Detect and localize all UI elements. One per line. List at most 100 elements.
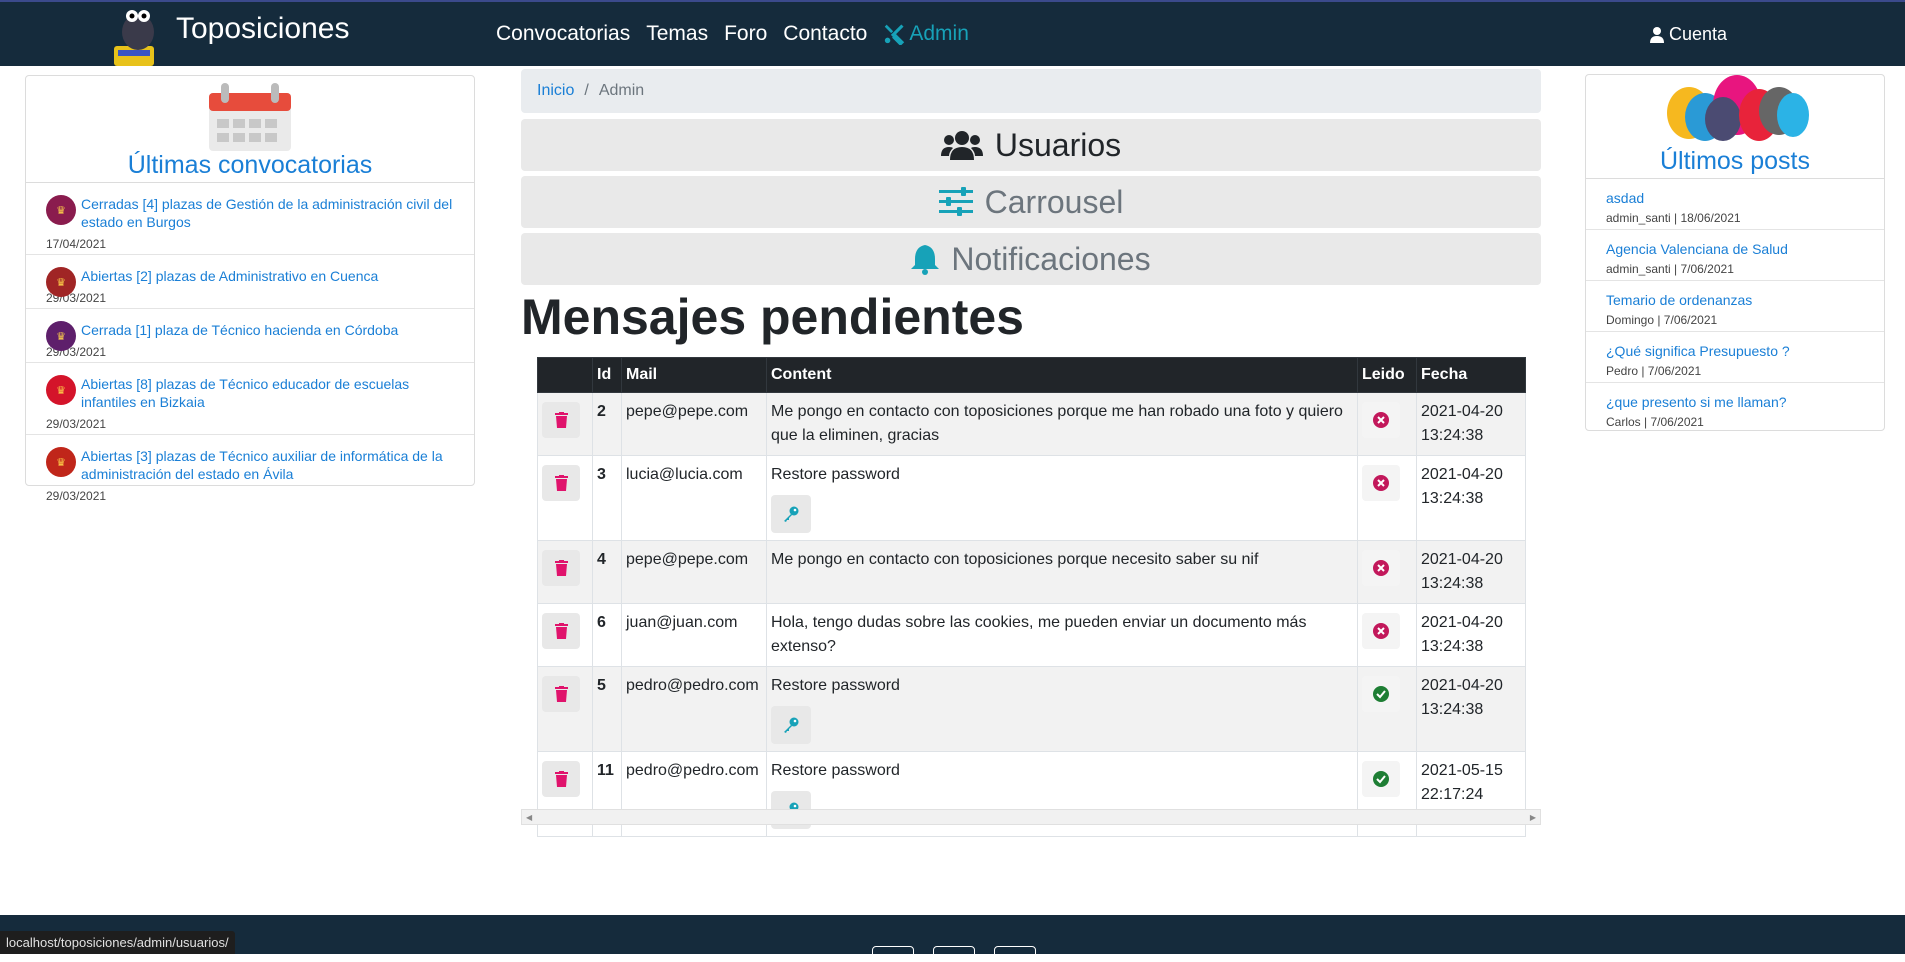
table-row: 2 pepe@pepe.com Me pongo en contacto con…: [537, 392, 1526, 456]
breadcrumb: Inicio / Admin: [521, 69, 1541, 113]
list-item: ♛ Cerradas [4] plazas de Gestión de la a…: [26, 183, 474, 255]
account-menu[interactable]: Cuenta: [1650, 24, 1727, 45]
convocatoria-date: 29/03/2021: [46, 489, 107, 503]
column-header: Content: [766, 357, 1358, 393]
message-content: Restore password: [771, 762, 900, 779]
message-content: Restore password: [771, 677, 900, 694]
convocatoria-link[interactable]: Abiertas [8] plazas de Técnico educador …: [81, 375, 454, 411]
message-date: 2021-04-20 13:24:38: [1416, 666, 1526, 752]
nav-admin-label: Admin: [909, 22, 969, 45]
users-section-button[interactable]: Usuarios: [521, 119, 1541, 171]
delete-button[interactable]: [542, 613, 580, 649]
account-label: Cuenta: [1669, 24, 1728, 44]
list-item: ♛ Abiertas [2] plazas de Administrativo …: [26, 255, 474, 309]
reset-password-button[interactable]: [771, 495, 811, 533]
message-mail: pepe@pepe.com: [621, 540, 767, 604]
trash-icon: [554, 686, 568, 702]
messages-table: Id Mail Content Leido Fecha 2 pepe@pepe.…: [537, 357, 1526, 837]
scroll-left-icon[interactable]: ◀: [526, 813, 532, 822]
message-date: 2021-04-20 13:24:38: [1416, 540, 1526, 604]
message-mail: juan@juan.com: [621, 603, 767, 667]
mark-read-button[interactable]: [1362, 465, 1400, 501]
message-date: 2021-04-20 13:24:38: [1416, 603, 1526, 667]
delete-button[interactable]: [542, 761, 580, 797]
message-id: 5: [592, 666, 622, 752]
delete-button[interactable]: [542, 402, 580, 438]
mascot-logo[interactable]: [110, 2, 172, 68]
post-meta: Carlos | 7/06/2021: [1606, 415, 1704, 429]
post-meta: admin_santi | 7/06/2021: [1606, 262, 1734, 276]
post-link[interactable]: Temario de ordenanzas: [1606, 292, 1864, 308]
notifications-section-label: Notificaciones: [951, 240, 1151, 277]
bell-icon: [911, 245, 940, 275]
speech-bubbles-icon: [1667, 75, 1809, 141]
message-content: Me pongo en contacto con toposiciones po…: [766, 392, 1358, 456]
message-id: 2: [592, 392, 622, 456]
list-item: ¿que presento si me llaman? Carlos | 7/0…: [1586, 383, 1884, 433]
list-item: asdad admin_santi | 18/06/2021: [1586, 179, 1884, 230]
convocatoria-link[interactable]: Abiertas [2] plazas de Administrativo en…: [81, 267, 454, 285]
trash-icon: [554, 623, 568, 639]
x-circle-icon: [1373, 623, 1389, 639]
delete-button[interactable]: [542, 676, 580, 712]
nav-contacto[interactable]: Contacto: [783, 22, 867, 46]
nav-convocatorias[interactable]: Convocatorias: [496, 22, 630, 46]
scroll-right-icon[interactable]: ▶: [1530, 813, 1536, 822]
horizontal-scrollbar[interactable]: ◀ ▶: [521, 809, 1541, 825]
footer-social-button[interactable]: [994, 946, 1036, 962]
card-header: Últimos posts: [1586, 75, 1884, 179]
footer-social-button[interactable]: [872, 946, 914, 962]
brand-name[interactable]: Toposiciones: [176, 12, 349, 46]
list-item: Agencia Valenciana de Salud admin_santi …: [1586, 230, 1884, 281]
message-content: Restore password: [771, 466, 900, 483]
post-link[interactable]: ¿Qué significa Presupuesto ?: [1606, 343, 1864, 359]
post-link[interactable]: ¿que presento si me llaman?: [1606, 394, 1864, 410]
top-navbar: Toposiciones Convocatorias Temas Foro Co…: [0, 0, 1905, 66]
message-content: Hola, tengo dudas sobre las cookies, me …: [766, 603, 1358, 667]
convocatoria-link[interactable]: Abiertas [3] plazas de Técnico auxiliar …: [81, 447, 454, 483]
mark-unread-button[interactable]: [1362, 761, 1400, 797]
trash-icon: [554, 412, 568, 428]
message-id: 6: [592, 603, 622, 667]
breadcrumb-current: Admin: [598, 82, 645, 99]
key-icon: [784, 506, 799, 522]
list-item: ¿Qué significa Presupuesto ? Pedro | 7/0…: [1586, 332, 1884, 383]
mark-unread-button[interactable]: [1362, 676, 1400, 712]
mark-read-button[interactable]: [1362, 402, 1400, 438]
convocatoria-date: 29/03/2021: [46, 417, 107, 431]
nav-temas[interactable]: Temas: [646, 22, 708, 46]
convocatoria-date: 29/03/2021: [46, 345, 107, 359]
post-link[interactable]: Agencia Valenciana de Salud: [1606, 241, 1864, 257]
reset-password-button[interactable]: [771, 706, 811, 744]
convocatoria-date: 29/03/2021: [46, 291, 107, 305]
post-meta: Domingo | 7/06/2021: [1606, 313, 1718, 327]
post-meta: admin_santi | 18/06/2021: [1606, 211, 1741, 225]
post-link[interactable]: asdad: [1606, 190, 1864, 206]
nav-admin[interactable]: Admin: [883, 22, 969, 46]
browser-status-url: localhost/toposiciones/admin/usuarios/: [0, 931, 235, 954]
message-id: 3: [592, 455, 622, 541]
latest-posts-card: Últimos posts asdad admin_santi | 18/06/…: [1585, 74, 1885, 431]
breadcrumb-home[interactable]: Inicio: [537, 82, 574, 100]
delete-button[interactable]: [542, 550, 580, 586]
key-icon: [784, 717, 799, 733]
delete-button[interactable]: [542, 465, 580, 501]
message-id: 4: [592, 540, 622, 604]
column-header: [537, 357, 593, 393]
convocatoria-link[interactable]: Cerrada [1] plaza de Técnico hacienda en…: [81, 321, 454, 339]
convocatoria-link[interactable]: Cerradas [4] plazas de Gestión de la adm…: [81, 195, 454, 231]
mark-read-button[interactable]: [1362, 613, 1400, 649]
table-row: 6 juan@juan.com Hola, tengo dudas sobre …: [537, 603, 1526, 667]
carousel-section-button[interactable]: Carrousel: [521, 176, 1541, 228]
mark-read-button[interactable]: [1362, 550, 1400, 586]
sliders-icon: [938, 187, 973, 216]
card-header: Últimas convocatorias: [26, 81, 474, 183]
users-section-label: Usuarios: [994, 126, 1122, 163]
notifications-section-button[interactable]: Notificaciones: [521, 233, 1541, 285]
nav-foro[interactable]: Foro: [724, 22, 767, 46]
footer-social-button[interactable]: [933, 946, 975, 962]
list-item: ♛ Abiertas [3] plazas de Técnico auxilia…: [26, 435, 474, 506]
list-item: ♛ Abiertas [8] plazas de Técnico educado…: [26, 363, 474, 435]
users-icon: [940, 131, 983, 160]
list-item: ♛ Cerrada [1] plaza de Técnico hacienda …: [26, 309, 474, 363]
